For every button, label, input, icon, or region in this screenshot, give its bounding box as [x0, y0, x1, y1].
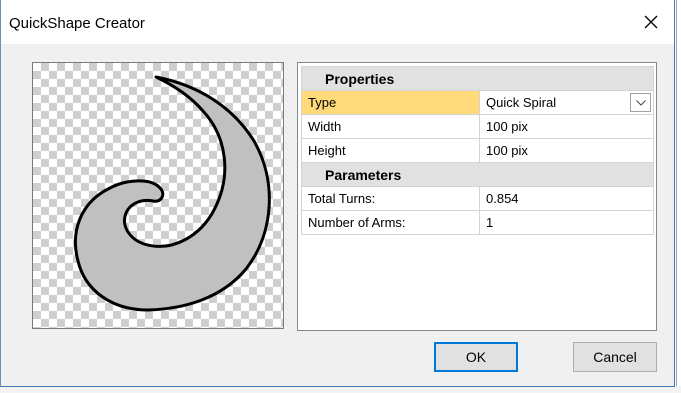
- section-properties-title: Properties: [301, 66, 654, 91]
- property-row-type[interactable]: Type Quick Spiral: [301, 90, 654, 115]
- property-value-height[interactable]: 100 pix: [479, 138, 654, 163]
- cancel-button[interactable]: Cancel: [573, 342, 657, 372]
- chevron-down-icon: [635, 99, 646, 106]
- close-button[interactable]: [628, 0, 674, 44]
- spiral-shape-preview: [73, 75, 271, 312]
- section-properties: Properties: [301, 66, 654, 91]
- property-label-height[interactable]: Height: [301, 138, 480, 163]
- property-value-total-turns[interactable]: 0.854: [479, 186, 654, 211]
- type-dropdown-value: Quick Spiral: [486, 95, 557, 110]
- close-icon: [644, 15, 658, 29]
- property-label-number-of-arms[interactable]: Number of Arms:: [301, 210, 480, 235]
- property-grid: Properties Type Quick Spiral Width 100 p…: [297, 62, 657, 331]
- shape-preview: [32, 62, 284, 329]
- property-row-width[interactable]: Width 100 pix: [301, 114, 654, 139]
- type-dropdown[interactable]: Quick Spiral: [479, 90, 654, 115]
- property-row-height[interactable]: Height 100 pix: [301, 138, 654, 163]
- title-bar: QuickShape Creator: [1, 0, 674, 44]
- property-row-number-of-arms[interactable]: Number of Arms: 1: [301, 210, 654, 235]
- dropdown-button[interactable]: [630, 93, 651, 112]
- property-label-type[interactable]: Type: [301, 90, 480, 115]
- window-title: QuickShape Creator: [9, 15, 145, 32]
- property-value-width[interactable]: 100 pix: [479, 114, 654, 139]
- section-parameters: Parameters: [301, 162, 654, 187]
- property-value-number-of-arms[interactable]: 1: [479, 210, 654, 235]
- property-table: Properties Type Quick Spiral Width 100 p…: [301, 66, 654, 235]
- property-label-width[interactable]: Width: [301, 114, 480, 139]
- section-parameters-title: Parameters: [301, 162, 654, 187]
- ok-button[interactable]: OK: [434, 342, 518, 372]
- quickshape-creator-dialog: QuickShape Creator Properties Type Quick…: [0, 0, 675, 387]
- property-row-total-turns[interactable]: Total Turns: 0.854: [301, 186, 654, 211]
- property-label-total-turns[interactable]: Total Turns:: [301, 186, 480, 211]
- background-desktop-bottom: [0, 386, 681, 393]
